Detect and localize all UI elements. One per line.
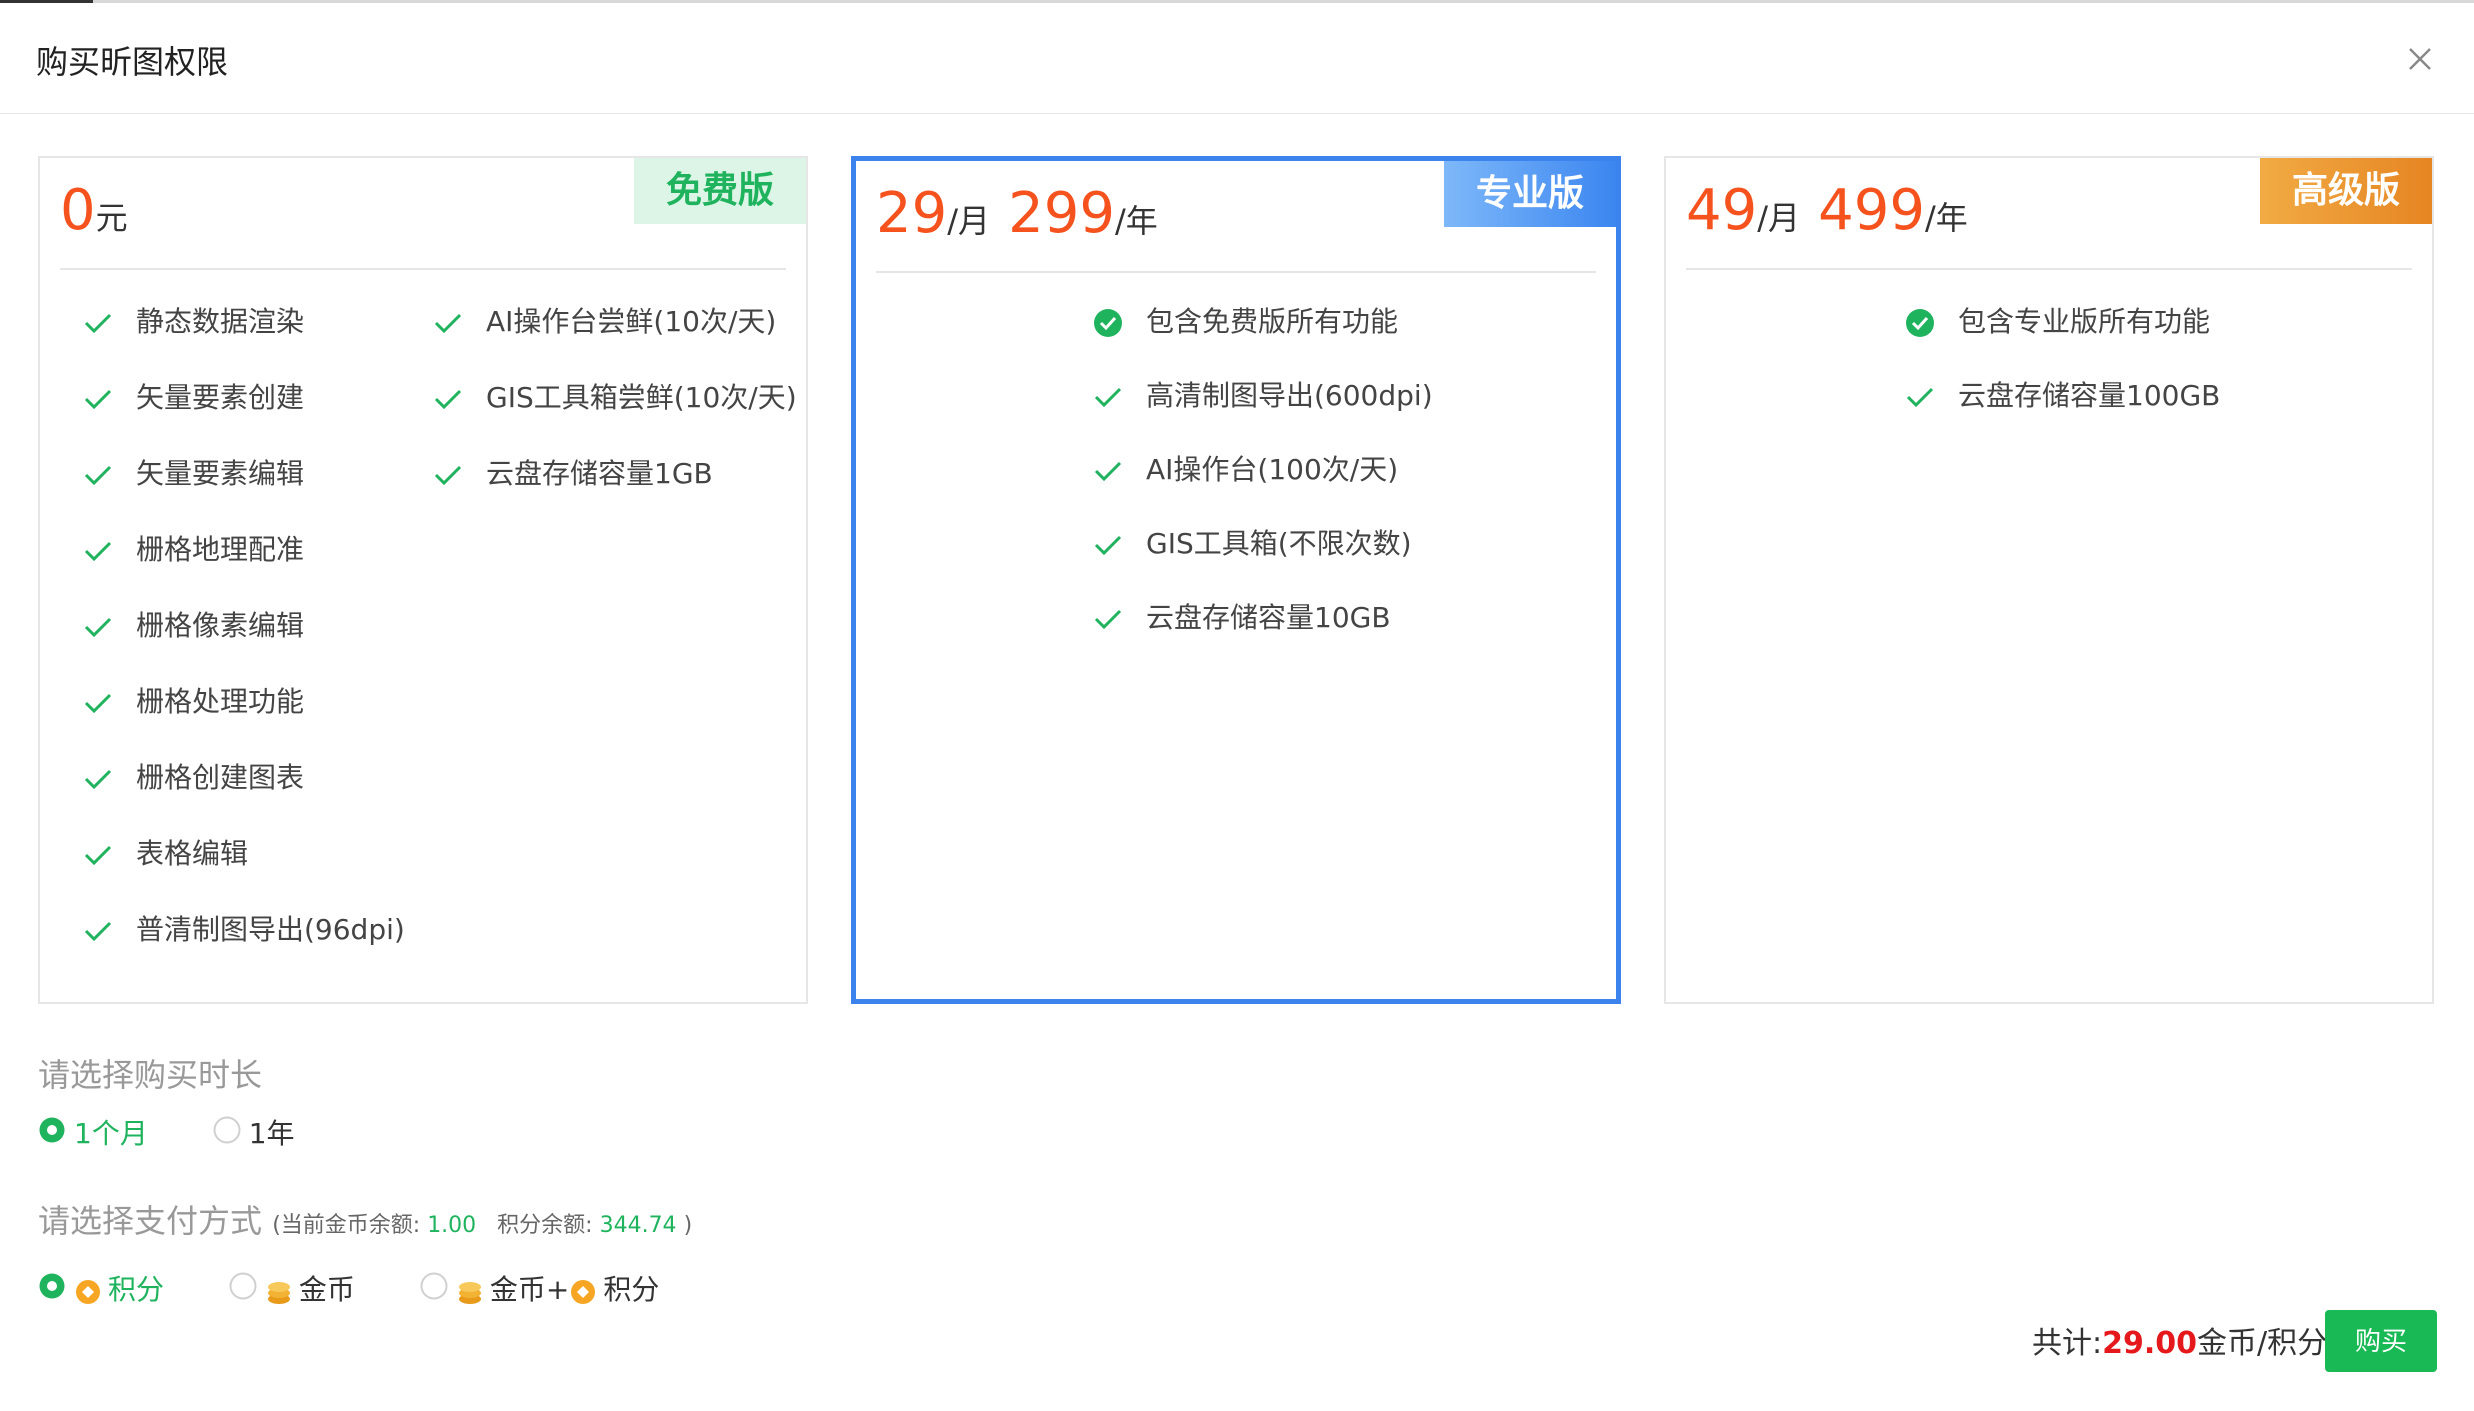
total-amount: 29.00 [2102,1326,2198,1361]
check-icon [78,758,118,798]
check-circle-icon [1088,302,1128,342]
payment-options: 积分 金币 金币+ 积分 [38,1270,715,1310]
plan-badge-pro: 专业版 [1443,161,1616,227]
plan-card-free[interactable]: 免费版 0元 静态数据渲染 矢量要素创建 矢量要素编辑 栅格地理配准 栅格像素编… [38,156,808,1004]
feature-item: 栅格创建图表 [78,758,304,798]
plan-price-advanced: 49/月 499/年 [1686,178,1968,243]
feature-item: 表格编辑 [78,834,248,874]
feature-item: 高清制图导出(600dpi) [1088,376,1433,416]
duration-option-1year[interactable]: 1年 [213,1114,295,1155]
price-month: 29 [876,181,948,246]
price-unit: 元 [95,199,128,237]
price-year: 299 [1008,181,1115,246]
feature-item: 云盘存储容量100GB [1900,376,2220,416]
check-icon [78,834,118,874]
card-divider [60,268,786,270]
feature-item: 栅格处理功能 [78,682,304,722]
check-icon [1900,376,1940,416]
feature-item: 栅格地理配准 [78,530,304,570]
payment-label: 请选择支付方式 (当前金币余额: 1.00 积分余额: 344.74 ) [38,1202,693,1240]
feature-item: AI操作台尝鲜(10次/天) [428,302,776,342]
feature-item: 栅格像素编辑 [78,606,304,646]
plan-price-pro: 29/月 299/年 [876,181,1158,246]
total-price: 共计:29.00金币/积分 [2032,1326,2328,1361]
payment-option-coins[interactable]: 金币 [229,1270,355,1311]
feature-item: AI操作台(100次/天) [1088,450,1398,490]
coin-stack-icon [456,1277,484,1305]
dialog-header: 购买昕图权限 [0,3,2474,114]
check-icon [1088,598,1128,638]
check-icon [78,910,118,950]
duration-options: 1个月 1年 [38,1114,351,1154]
plan-card-advanced[interactable]: 高级版 49/月 499/年 包含专业版所有功能 云盘存储容量100GB [1664,156,2434,1004]
radio-checked-icon[interactable] [38,1271,66,1311]
feature-item: 包含专业版所有功能 [1900,302,2210,342]
feature-item: 普清制图导出(96dpi) [78,910,405,950]
feature-item: GIS工具箱(不限次数) [1088,524,1412,564]
check-icon [78,454,118,494]
feature-item: 云盘存储容量1GB [428,454,713,494]
check-circle-icon [1900,302,1940,342]
radio-unchecked-icon[interactable] [213,1115,241,1155]
price-month-unit: /月 [1757,199,1801,237]
plan-card-pro[interactable]: 专业版 29/月 299/年 包含免费版所有功能 高清制图导出(600dpi) A… [851,156,1621,1004]
check-icon [78,302,118,342]
points-icon [74,1277,102,1305]
feature-item: 包含免费版所有功能 [1088,302,1398,342]
feature-item: 静态数据渲染 [78,302,304,342]
plan-badge-free: 免费版 [633,158,806,224]
points-icon [569,1277,597,1305]
buy-button[interactable]: 购买 [2325,1310,2437,1372]
check-icon [1088,376,1128,416]
check-icon [78,530,118,570]
balance-hint: (当前金币余额: 1.00 积分余额: 344.74 ) [272,1213,693,1238]
feature-item: 矢量要素创建 [78,378,304,418]
price-month: 49 [1686,178,1758,243]
close-icon[interactable] [2400,39,2440,79]
duration-label: 请选择购买时长 [38,1056,263,1094]
payment-option-points[interactable]: 积分 [38,1270,164,1311]
duration-option-1month[interactable]: 1个月 [38,1114,148,1155]
check-icon [1088,524,1128,564]
feature-item: GIS工具箱尝鲜(10次/天) [428,378,797,418]
plan-price-free: 0元 [60,178,128,243]
check-icon [428,302,468,342]
check-icon [78,682,118,722]
payment-option-coins-points[interactable]: 金币+ 积分 [420,1270,659,1311]
radio-unchecked-icon[interactable] [420,1271,448,1311]
price-year-unit: /年 [1114,202,1158,240]
feature-item: 云盘存储容量10GB [1088,598,1391,638]
price-year-unit: /年 [1924,199,1968,237]
card-divider [1686,268,2412,270]
price-year: 499 [1818,178,1925,243]
radio-unchecked-icon[interactable] [229,1271,257,1311]
price-amount: 0 [60,178,96,243]
check-icon [428,454,468,494]
coin-stack-icon [265,1277,293,1305]
feature-item: 矢量要素编辑 [78,454,304,494]
check-icon [78,606,118,646]
radio-checked-icon[interactable] [38,1115,66,1155]
check-icon [428,378,468,418]
points-balance: 344.74 [599,1213,677,1238]
coin-balance: 1.00 [427,1213,477,1238]
dialog-title: 购买昕图权限 [36,43,229,81]
plan-badge-advanced: 高级版 [2259,158,2432,224]
check-icon [78,378,118,418]
card-divider [876,271,1596,273]
check-icon [1088,450,1128,490]
price-month-unit: /月 [947,202,991,240]
